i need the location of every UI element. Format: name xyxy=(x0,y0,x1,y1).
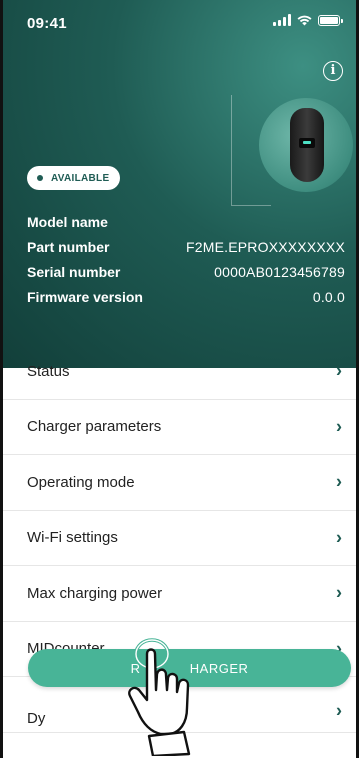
menu-item-label: Dy xyxy=(27,709,46,727)
chevron-right-icon: › xyxy=(336,360,342,381)
charger-specs: Model name Part number F2ME.EPROXXXXXXXX… xyxy=(27,209,345,309)
info-icon[interactable]: i xyxy=(323,61,343,81)
chevron-right-icon: › xyxy=(336,582,342,603)
spec-value: 0000AB0123456789 xyxy=(214,263,345,280)
battery-icon xyxy=(318,14,343,26)
spec-firmware-version: Firmware version 0.0.0 xyxy=(27,284,345,309)
menu-item-status[interactable]: Status › xyxy=(3,344,356,400)
menu-item-label: Wi-Fi settings xyxy=(27,529,118,547)
tap-gesture-hand-icon xyxy=(128,638,191,756)
menu-item-label: Operating mode xyxy=(27,473,135,491)
status-icons xyxy=(273,14,343,26)
charger-header: 09:41 i AVAILABLE Model name Part number… xyxy=(3,0,356,368)
status-dot-icon xyxy=(37,175,43,181)
menu-item-max-charging-power[interactable]: Max charging power › xyxy=(3,566,356,622)
menu-item-label: Status xyxy=(27,362,70,380)
menu-item-charger-parameters[interactable]: Charger parameters › xyxy=(3,400,356,455)
spec-value: 0.0.0 xyxy=(312,288,345,305)
status-bar: 09:41 xyxy=(3,0,356,44)
chevron-right-icon: › xyxy=(336,416,342,437)
spec-label: Serial number xyxy=(27,263,121,280)
status-badge-label: AVAILABLE xyxy=(51,172,110,184)
spec-serial-number: Serial number 0000AB0123456789 xyxy=(27,259,345,284)
phone-screen: 09:41 i AVAILABLE Model name Part number… xyxy=(0,0,359,758)
connector-line xyxy=(231,205,271,206)
charger-image xyxy=(259,98,353,192)
spec-value: F2ME.EPROXXXXXXXX xyxy=(185,238,345,255)
chevron-right-icon: › xyxy=(336,471,342,492)
charger-device-icon xyxy=(290,108,324,182)
status-badge: AVAILABLE xyxy=(27,166,121,190)
spec-part-number: Part number F2ME.EPROXXXXXXXX xyxy=(27,234,345,259)
status-time: 09:41 xyxy=(27,15,67,32)
menu-item-wifi-settings[interactable]: Wi-Fi settings › xyxy=(3,511,356,566)
spec-label: Model name xyxy=(27,213,108,230)
charger-display xyxy=(299,138,315,148)
menu-item-operating-mode[interactable]: Operating mode › xyxy=(3,455,356,511)
chevron-right-icon: › xyxy=(336,527,342,548)
spec-label: Firmware version xyxy=(27,288,143,305)
chevron-right-icon: › xyxy=(336,700,342,721)
spec-label: Part number xyxy=(27,238,110,255)
spec-model-name: Model name xyxy=(27,209,345,234)
signal-icon xyxy=(273,14,291,26)
connector-line xyxy=(231,95,232,205)
menu-item-label: Max charging power xyxy=(27,584,163,602)
menu-item-label: Charger parameters xyxy=(27,418,162,436)
wifi-icon xyxy=(297,15,312,25)
